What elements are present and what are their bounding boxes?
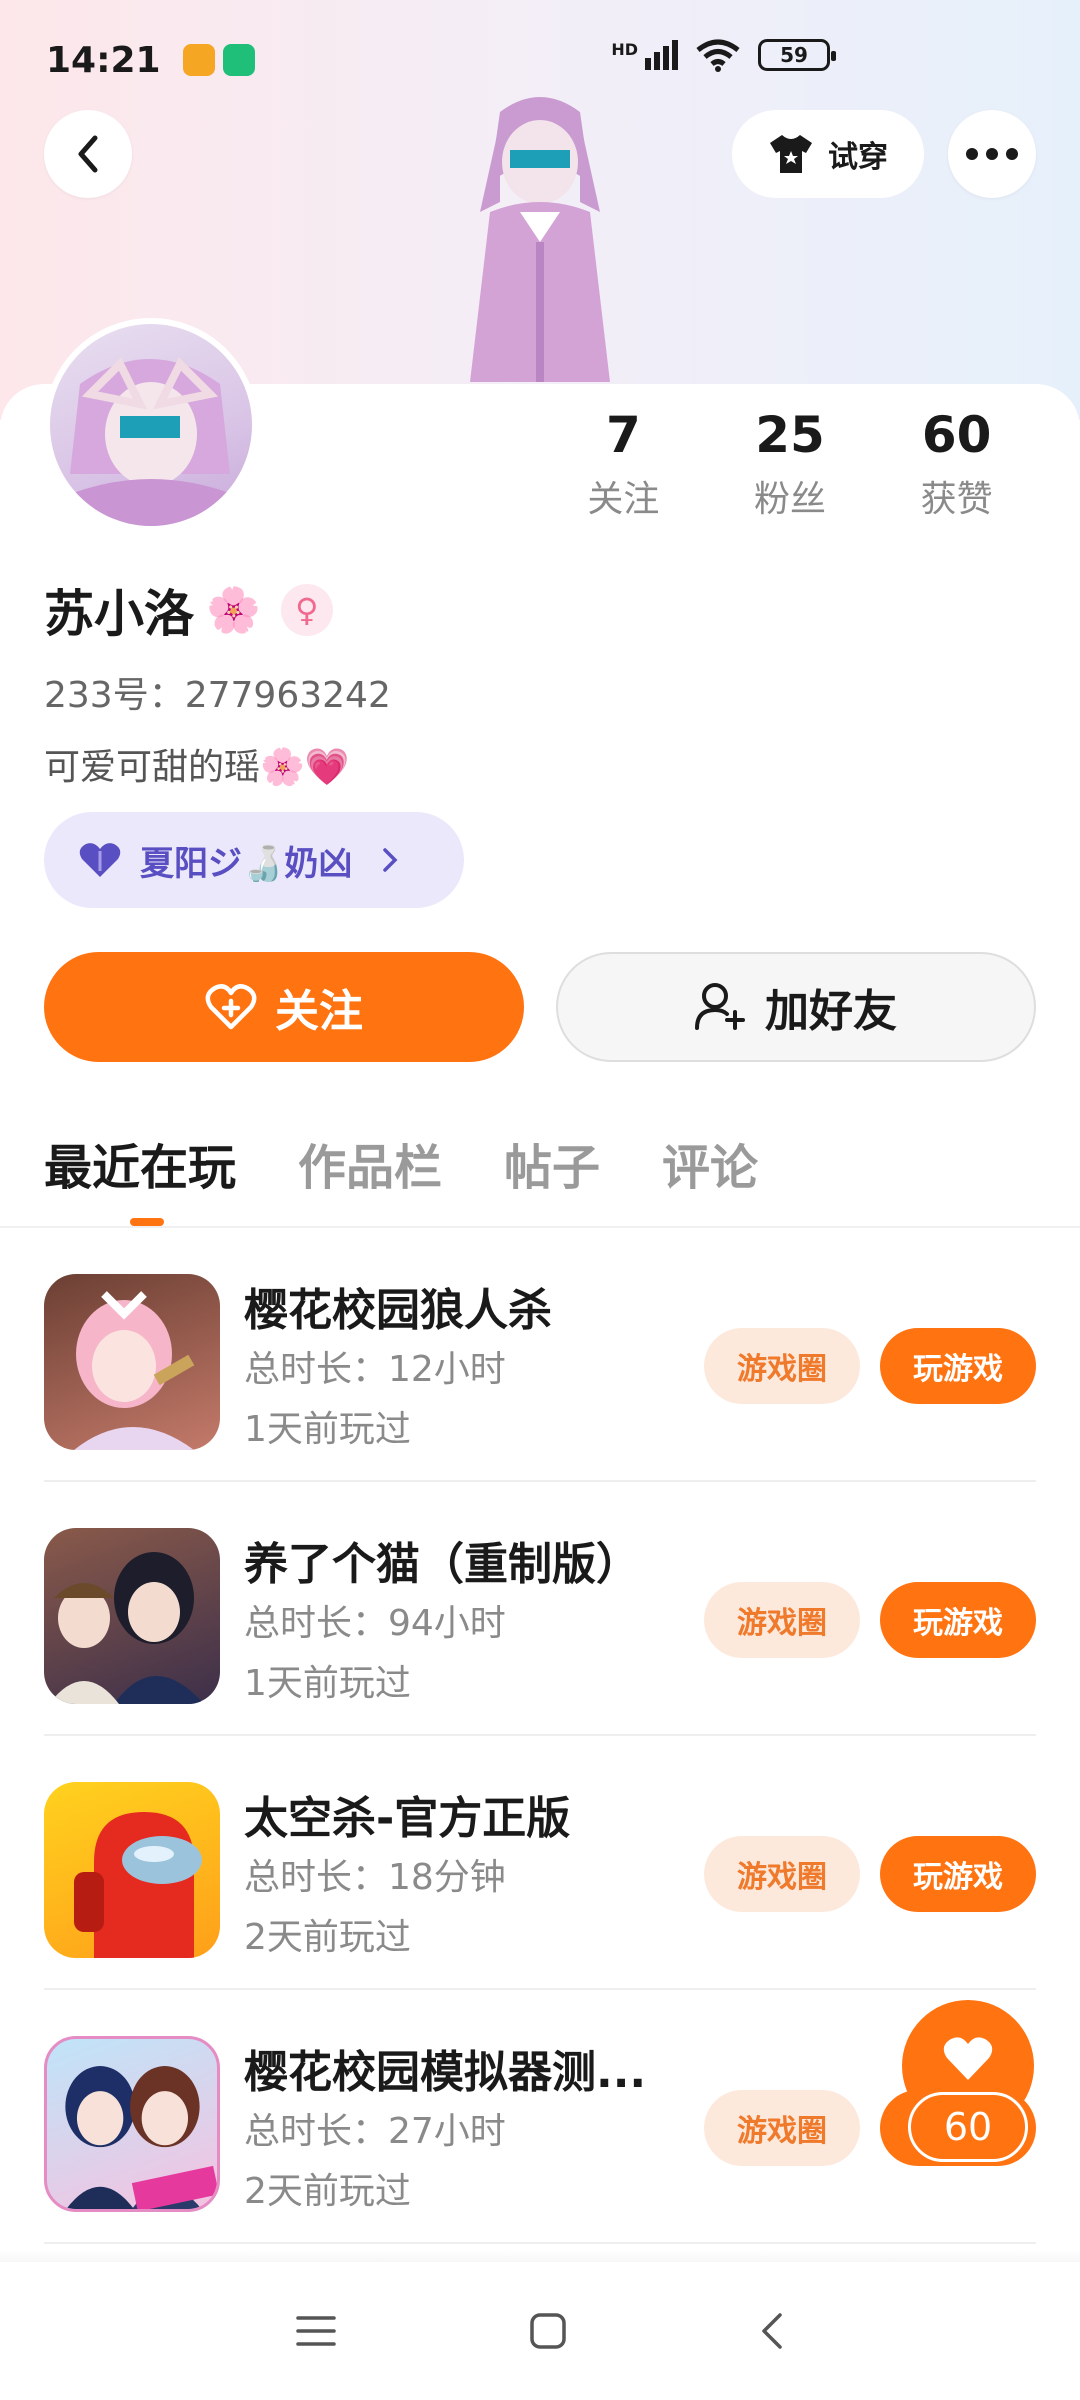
tab-comments[interactable]: 评论 xyxy=(662,1128,758,1198)
stat-likes-label: 获赞 xyxy=(920,479,993,520)
network-label: HD xyxy=(611,40,638,59)
system-nav-bar xyxy=(0,2262,1080,2400)
game-title: 樱花校园模拟器测... xyxy=(244,2047,647,2098)
game-duration: 总时长：18分钟 xyxy=(244,1857,506,1898)
tab-works[interactable]: 作品栏 xyxy=(298,1128,442,1198)
game-row[interactable]: 太空杀-官方正版 总时长：18分钟 2天前玩过 游戏圈 玩游戏 xyxy=(44,1736,1036,1990)
play-game-button[interactable]: 玩游戏 xyxy=(880,1836,1036,1912)
female-gender-icon: ♀ xyxy=(280,584,333,636)
game-duration: 总时长：27小时 xyxy=(244,2111,506,2152)
game-last-played: 2天前玩过 xyxy=(244,2171,411,2212)
tab-posts[interactable]: 帖子 xyxy=(504,1128,600,1198)
profile-tabs: 最近在玩 作品栏 帖子 评论 xyxy=(44,1128,758,1198)
back-button[interactable] xyxy=(44,110,132,198)
game-icon xyxy=(44,1528,220,1704)
notification-icon xyxy=(182,44,215,76)
tab-recent-play[interactable]: 最近在玩 xyxy=(44,1128,236,1198)
game-last-played: 2天前玩过 xyxy=(244,1917,411,1958)
stat-fans[interactable]: 25 粉丝 xyxy=(707,400,874,522)
chevron-right-icon xyxy=(383,848,398,872)
avatar-image xyxy=(50,324,252,526)
game-icon xyxy=(44,2036,220,2212)
game-row[interactable]: 樱花校园模拟器测... 总时长：27小时 2天前玩过 游戏圈 玩游戏 xyxy=(44,1990,1036,2244)
status-icons: HD 59 xyxy=(611,38,836,72)
game-duration: 总时长：94小时 xyxy=(244,1603,506,1644)
home-square-icon[interactable] xyxy=(529,2312,567,2350)
profile-stats: 7 关注 25 粉丝 60 获赞 xyxy=(540,400,1040,522)
stat-following[interactable]: 7 关注 xyxy=(540,400,707,522)
name-emoji: 🌸 xyxy=(206,585,261,636)
add-friend-button[interactable]: 加好友 xyxy=(556,952,1036,1062)
bottom-fade xyxy=(0,2250,1080,2262)
battery-indicator: 59 xyxy=(758,39,836,71)
game-icon xyxy=(44,1782,220,1958)
try-on-button[interactable]: 试穿 xyxy=(732,110,924,198)
game-duration: 总时长：12小时 xyxy=(244,1349,506,1390)
wifi-icon xyxy=(696,39,740,72)
name-row: 苏小洛 🌸 ♀ xyxy=(44,574,333,646)
stat-likes-count: 60 xyxy=(921,406,992,464)
game-row[interactable]: 樱花校园狼人杀 总时长：12小时 1天前玩过 游戏圈 玩游戏 xyxy=(44,1228,1036,1482)
game-circle-button[interactable]: 游戏圈 xyxy=(704,1836,860,1912)
stat-following-label: 关注 xyxy=(587,479,660,520)
game-last-played: 1天前玩过 xyxy=(244,1663,411,1704)
game-circle-button[interactable]: 游戏圈 xyxy=(704,1328,860,1404)
stat-likes[interactable]: 60 获赞 xyxy=(873,400,1040,522)
menu-icon[interactable] xyxy=(296,2314,337,2348)
chevron-left-icon xyxy=(78,135,98,173)
user-id: 233号：277963242 xyxy=(44,675,391,716)
stat-fans-label: 粉丝 xyxy=(754,479,827,520)
tab-indicator xyxy=(130,1218,164,1226)
game-circle-button[interactable]: 游戏圈 xyxy=(704,2090,860,2166)
stat-following-count: 7 xyxy=(605,406,641,464)
more-button[interactable] xyxy=(948,110,1036,198)
heart-icon xyxy=(943,2037,993,2080)
battery-level: 59 xyxy=(780,43,808,67)
play-game-button[interactable]: 玩游戏 xyxy=(880,1582,1036,1658)
follow-label: 关注 xyxy=(275,986,363,1037)
game-row[interactable]: 养了个猫（重制版） 总时长：94小时 1天前玩过 游戏圈 玩游戏 xyxy=(44,1482,1036,1736)
group-tag[interactable]: 夏阳ジ🍶奶凶 xyxy=(44,812,464,908)
like-count-badge: 60 xyxy=(908,2092,1028,2162)
play-game-button[interactable]: 玩游戏 xyxy=(880,1328,1036,1404)
add-user-icon xyxy=(695,983,745,1030)
row-divider xyxy=(44,2242,1036,2244)
group-tag-label: 夏阳ジ🍶奶凶 xyxy=(140,843,353,884)
profile-avatar[interactable] xyxy=(44,318,258,532)
tshirt-icon xyxy=(770,135,812,173)
stat-fans-count: 25 xyxy=(755,406,825,464)
back-triangle-icon[interactable] xyxy=(760,2311,784,2351)
game-title: 樱花校园狼人杀 xyxy=(244,1285,552,1336)
try-on-label: 试穿 xyxy=(828,140,888,175)
heart-badge-icon xyxy=(79,843,121,877)
profile-name: 苏小洛 xyxy=(44,585,194,643)
game-last-played: 1天前玩过 xyxy=(244,1409,411,1450)
heart-plus-icon xyxy=(205,984,257,1030)
game-title: 养了个猫（重制版） xyxy=(244,1539,640,1590)
game-icon xyxy=(44,1274,220,1450)
more-dots-icon xyxy=(966,148,1018,160)
game-circle-button[interactable]: 游戏圈 xyxy=(704,1582,860,1658)
status-time: 14:21 xyxy=(46,39,161,81)
profile-bio: 可爱可甜的瑶🌸💗 xyxy=(44,747,350,788)
follow-button[interactable]: 关注 xyxy=(44,952,524,1062)
game-title: 太空杀-官方正版 xyxy=(244,1793,571,1844)
avatar-3d-figure xyxy=(470,97,610,382)
add-friend-label: 加好友 xyxy=(765,986,897,1037)
hd-signal-icon: HD xyxy=(611,40,678,70)
shield-app-icon xyxy=(222,44,255,76)
